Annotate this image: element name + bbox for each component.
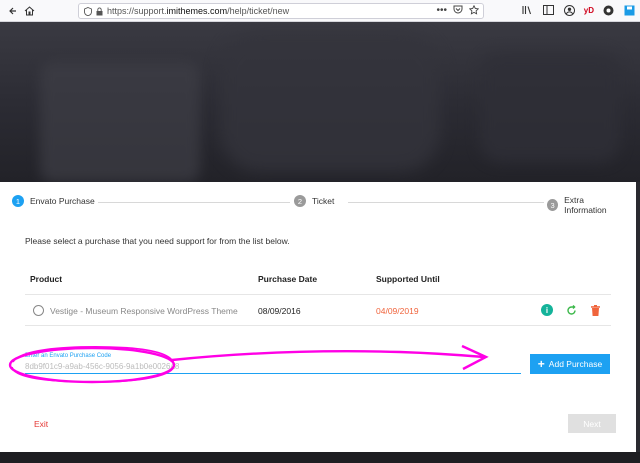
profile-extension[interactable]: yD [584,3,594,17]
step-label: Extra Information [564,195,607,215]
home-icon[interactable] [22,4,36,18]
shield-icon[interactable] [84,6,92,16]
column-header-purchase-date: Purchase Date [258,274,318,284]
refresh-icon[interactable] [565,304,577,316]
purchase-code-input[interactable] [25,359,521,374]
step-extra-information[interactable]: 3 Extra Information [547,195,624,215]
next-button[interactable]: Next [568,414,616,433]
url-text: https://support.imithemes.com/help/ticke… [107,6,289,16]
info-icon[interactable]: i [541,304,553,316]
url-bar[interactable]: https://support.imithemes.com/help/ticke… [78,3,484,19]
stepper: 1 Envato Purchase 2 Ticket 3 Extra Infor… [12,195,624,215]
add-purchase-label: Add Purchase [548,359,603,369]
pocket-icon[interactable] [453,5,463,18]
back-icon[interactable] [6,4,20,18]
column-header-supported-until: Supported Until [376,274,440,284]
extension-icon[interactable] [602,3,615,17]
bookmark-star-icon[interactable] [468,4,480,18]
table-divider [25,325,611,326]
ticket-form-card: 1 Envato Purchase 2 Ticket 3 Extra Infor… [0,182,636,452]
hero-shape [480,52,620,162]
table-divider [25,294,611,295]
url-host: imithemes.com [166,6,228,16]
step-ticket[interactable]: 2 Ticket [294,195,334,207]
step-number: 2 [294,195,306,207]
url-path: /help/ticket/new [227,6,290,16]
purchase-radio[interactable] [33,305,44,316]
browser-toolbar: https://support.imithemes.com/help/ticke… [0,0,640,22]
supported-until: 04/09/2019 [376,306,419,316]
step-number: 3 [547,199,559,211]
step-number: 1 [12,195,24,207]
add-purchase-button[interactable]: + Add Purchase [530,354,610,374]
step-label: Envato Purchase [30,196,95,206]
step-connector [98,202,290,203]
step-connector [348,202,544,203]
hero-shape [220,32,440,172]
hero-shape [40,62,200,182]
instruction-text: Please select a purchase that you need s… [25,236,290,246]
url-scheme: https://support. [107,6,167,16]
step-label: Ticket [312,196,335,206]
plus-icon: + [537,357,545,371]
hero-background [0,22,640,182]
column-header-product: Product [30,274,63,284]
product-name: Vestige - Museum Responsive WordPress Th… [50,306,238,316]
page-background [0,452,640,463]
page-actions-menu[interactable]: ••• [436,5,447,18]
trash-icon[interactable] [589,304,601,316]
sidebar-icon[interactable] [542,3,555,17]
purchase-date: 08/09/2016 [258,306,301,316]
library-icon[interactable] [521,3,534,17]
account-icon[interactable] [563,3,576,17]
lock-icon[interactable] [96,7,103,16]
save-extension-icon[interactable] [623,3,636,17]
exit-link[interactable]: Exit [34,419,48,429]
step-envato-purchase[interactable]: 1 Envato Purchase [12,195,95,207]
